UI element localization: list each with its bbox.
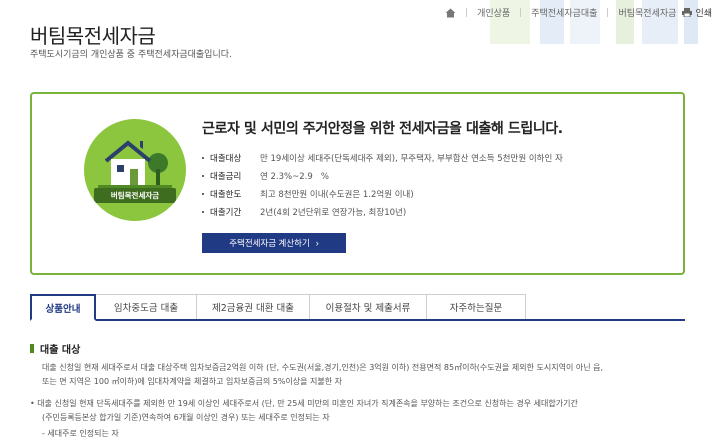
tab-interim-loan[interactable]: 임차중도금 대출 <box>95 294 197 319</box>
spec-value: 최고 8천만원 이내(수도권은 1.2억원 이내) <box>260 190 414 200</box>
breadcrumb-item-personal-products[interactable]: 개인상품 <box>477 6 510 19</box>
spec-label: 대출기간 <box>210 208 242 218</box>
eligibility-bullet-line3: - 세대주로 인정되는 자 <box>42 429 119 438</box>
bullet-dot <box>202 175 204 177</box>
spec-label: 대출대상 <box>210 154 242 164</box>
breadcrumb: 개인상품 주택전세자금대출 버팀목전세자금 인쇄 <box>445 6 712 19</box>
print-label: 인쇄 <box>695 9 712 19</box>
tab-bar: 상품안내 임차중도금 대출 제2금융권 대환 대출 이용절차 및 제출서류 자주… <box>30 294 685 321</box>
print-button[interactable]: 인쇄 <box>682 6 712 19</box>
tab-faq[interactable]: 자주하는질문 <box>426 294 526 319</box>
tab-product-info[interactable]: 상품안내 <box>30 294 96 321</box>
eligibility-paragraph-line1: 대출 신청일 현재 세대주로서 대출 대상주택 임차보증금2억원 이하 (단, … <box>42 363 604 372</box>
bullet-dot <box>202 211 204 213</box>
bullet-dot <box>202 157 204 159</box>
spec-item-period: 대출기간 2년(4회 2년단위로 연장가능, 최장10년) <box>202 203 563 221</box>
spec-item-rate: 대출금리 연 2.3%~2.9 % <box>202 167 563 185</box>
eligibility-bullet-line2: (주민등록등본상 합가일 기준)연속하여 6개월 이상인 경우) 또는 세대주로… <box>42 413 330 422</box>
section-title: 대출 대상 <box>30 341 80 356</box>
product-summary-box: 버팀목전세자금 근로자 및 서민의 주거안정을 위한 전세자금을 대출해 드립니… <box>30 92 685 275</box>
product-badge: 버팀목전세자금 <box>84 119 186 221</box>
page-description: 주택도시기금의 개인상품 중 주택전세자금대출입니다. <box>30 50 232 60</box>
spec-item-target: 대출대상 만 19세이상 세대주(단독세대주 제외), 무주택자, 부부합산 연소… <box>202 149 563 167</box>
badge-label: 버팀목전세자금 <box>94 188 176 203</box>
spec-value: 만 19세이상 세대주(단독세대주 제외), 무주택자, 부부합산 연소득 5천… <box>260 154 563 164</box>
product-headline: 근로자 및 서민의 주거안정을 위한 전세자금을 대출해 드립니다. <box>202 121 563 137</box>
spec-value: 2년(4회 2년단위로 연장가능, 최장10년) <box>260 208 407 218</box>
breadcrumb-item-current[interactable]: 버팀목전세자금 <box>618 6 676 19</box>
section-title-text: 대출 대상 <box>40 345 81 356</box>
eligibility-paragraph-line2: 또는 면 지역은 100 ㎡이하)에 임대차계약을 체결하고 임차보증금의 5%… <box>42 377 343 386</box>
eligibility-bullet-line1: • 대출 신청일 현재 단독세대주를 제외한 만 19세 이상인 세대주로서 (… <box>30 399 578 408</box>
print-icon <box>682 8 693 17</box>
breadcrumb-separator <box>520 8 522 17</box>
calc-button-label: 주택전세자금 계산하기 <box>229 238 310 248</box>
tab-refinance-loan[interactable]: 제2금융권 대환 대출 <box>196 294 310 319</box>
section-marker <box>30 344 34 353</box>
spec-label: 대출한도 <box>210 190 242 200</box>
spec-value: 연 2.3%~2.9 % <box>260 172 329 182</box>
spec-label: 대출금리 <box>210 172 242 182</box>
home-icon[interactable] <box>445 8 456 18</box>
spec-list: 대출대상 만 19세이상 세대주(단독세대주 제외), 무주택자, 부부합산 연소… <box>202 149 563 221</box>
breadcrumb-item-housing-loan[interactable]: 주택전세자금대출 <box>531 6 597 19</box>
bullet-dot <box>202 193 204 195</box>
loan-calculator-button[interactable]: 주택전세자금 계산하기 › <box>202 233 346 253</box>
breadcrumb-separator <box>466 8 468 17</box>
house-icon <box>98 140 172 188</box>
page-title: 버팀목전세자금 <box>30 24 156 48</box>
spec-item-limit: 대출한도 최고 8천만원 이내(수도권은 1.2억원 이내) <box>202 185 563 203</box>
chevron-right-icon: › <box>315 238 319 248</box>
breadcrumb-separator <box>607 8 609 17</box>
tab-procedure-documents[interactable]: 이용절차 및 제출서류 <box>309 294 427 319</box>
